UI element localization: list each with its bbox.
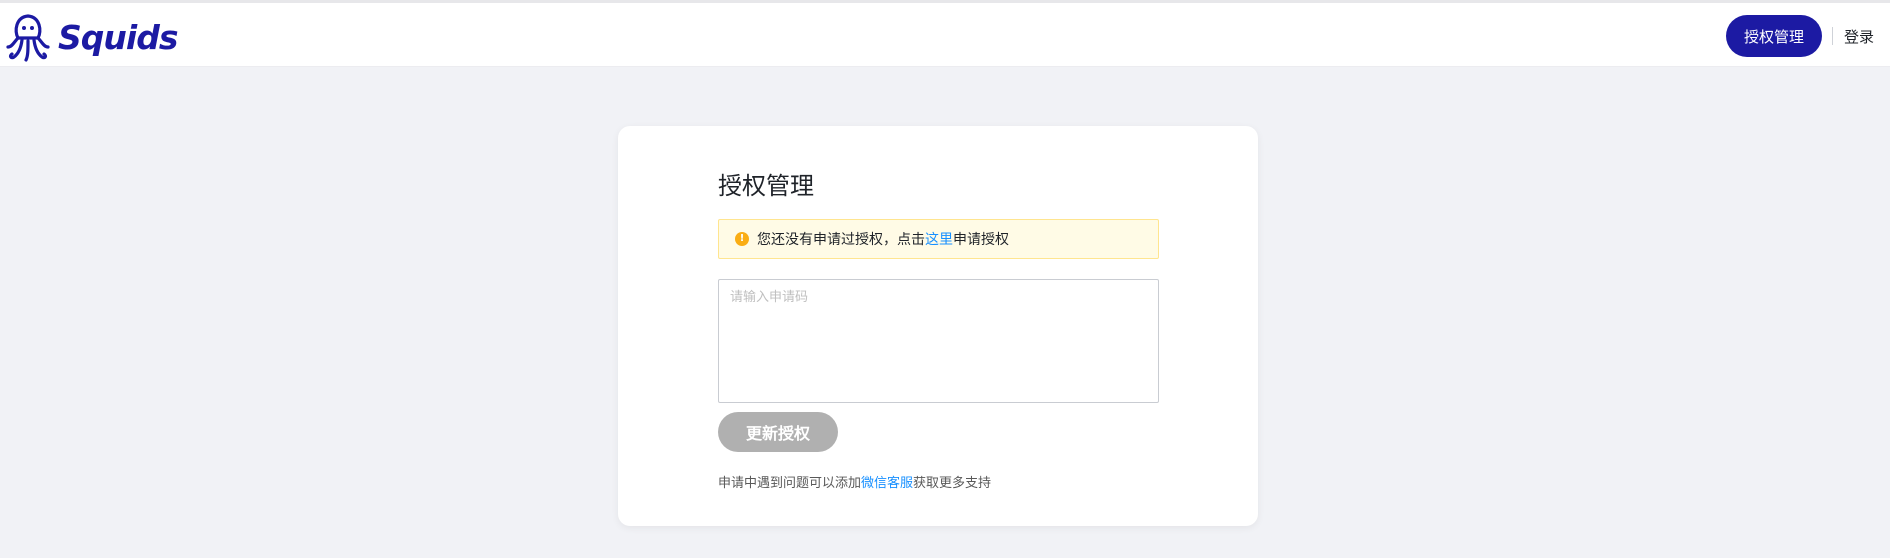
update-auth-button[interactable]: 更新授权 xyxy=(718,412,838,452)
alert-text-after: 申请授权 xyxy=(953,232,1009,248)
nav-login-link[interactable]: 登录 xyxy=(1844,26,1874,47)
apply-here-link[interactable]: 这里 xyxy=(925,229,953,249)
squid-logo-icon xyxy=(6,14,50,62)
exclamation-circle-icon: ! xyxy=(735,232,749,246)
logo-link[interactable]: Squids xyxy=(4,11,178,63)
page-title: 授权管理 xyxy=(718,172,814,200)
help-text-after: 获取更多支持 xyxy=(913,476,992,491)
logo-text: Squids xyxy=(58,17,178,57)
alert-text-before: 您还没有申请过授权，点击 xyxy=(757,232,925,248)
help-text-before: 申请中遇到问题可以添加 xyxy=(718,476,862,491)
auth-card: 授权管理 ! 您还没有申请过授权，点击这里申请授权 更新授权 申请中遇到问题可以… xyxy=(618,126,1258,526)
application-code-input[interactable] xyxy=(718,279,1159,403)
no-auth-alert: ! 您还没有申请过授权，点击 这里 申请授权 xyxy=(718,219,1159,259)
nav-auth-management-button[interactable]: 授权管理 xyxy=(1725,15,1822,57)
top-navbar: Squids 授权管理 登录 xyxy=(0,0,1890,67)
wechat-support-link[interactable]: 微信客服 xyxy=(861,476,913,491)
nav-divider xyxy=(1831,27,1833,45)
help-text: 申请中遇到问题可以添加微信客服获取更多支持 xyxy=(718,472,991,491)
nav-actions: 授权管理 登录 xyxy=(1725,15,1874,57)
